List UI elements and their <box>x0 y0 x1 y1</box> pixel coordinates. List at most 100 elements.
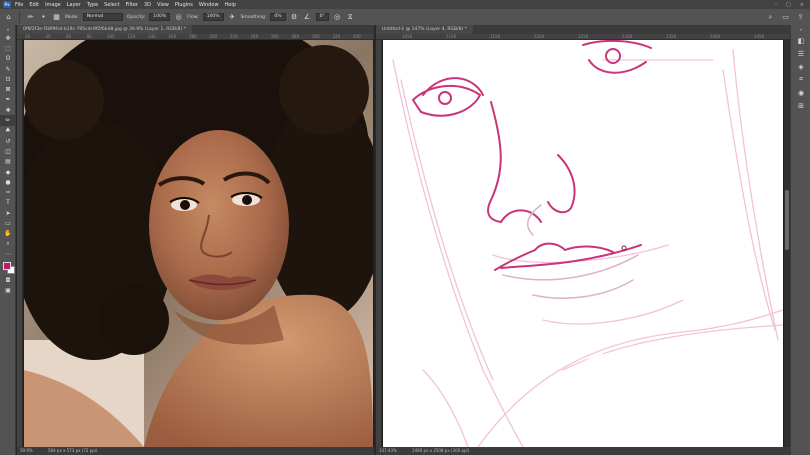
sketch-doc-info: 2480 px x 2508 px (300 ppi) <box>412 448 470 453</box>
workspace-icon[interactable]: ▭ <box>781 13 790 22</box>
type-icon[interactable]: T <box>0 198 16 208</box>
mode-select[interactable]: Normal <box>82 13 123 21</box>
collapse-panels-icon[interactable]: « <box>791 25 810 34</box>
pressure-size-icon[interactable]: ◎ <box>333 13 342 22</box>
watermark-en: lingganchina.com <box>628 384 753 400</box>
reference-photo <box>24 40 373 447</box>
paths-panel-icon[interactable]: ⌗ <box>791 73 810 86</box>
flow-field[interactable]: 100% <box>202 13 224 21</box>
sketch-status-bar: 147.43% 2480 px x 2508 px (300 ppi) <box>376 447 790 455</box>
more-icon[interactable]: ⋯ <box>0 249 16 259</box>
brush-icon[interactable]: ✏ <box>0 115 16 126</box>
options-bar: ⌂ ✏ • ▦ Mode: Normal Opacity: 100% ◎ Flo… <box>0 9 810 25</box>
lasso-icon[interactable]: ʘ <box>0 54 16 64</box>
photoshop-logo: Ps <box>3 1 11 8</box>
share-icon[interactable]: ⇪ <box>796 13 805 22</box>
blur-icon[interactable]: ◆ <box>0 167 16 177</box>
hand-icon[interactable]: ✋ <box>0 229 16 239</box>
reference-tab[interactable]: 0f6f2f3e-f28f9fcd-b19c-795cdc9f2f6bd8.jp… <box>17 25 192 34</box>
opacity-field[interactable]: 100% <box>149 13 171 21</box>
reference-doc-info: 584 px x 573 px (72 ppi) <box>48 448 98 453</box>
sketch-zoom-readout[interactable]: 147.43% <box>379 448 397 453</box>
home-icon[interactable]: ⌂ <box>4 13 13 22</box>
screen-mode-icon[interactable]: ▣ <box>0 286 16 296</box>
menu-window[interactable]: Window <box>199 2 219 8</box>
brush-size-icon[interactable]: • <box>39 13 48 22</box>
menu-select[interactable]: Select <box>104 2 119 8</box>
sketch-tab-bar: Untitled-1 @ 147% (Layer 4, RGB/8) * <box>376 25 790 34</box>
panel-strip: « ◧ ☰ ◈ ⌗ ◉ ⊞ <box>790 25 810 455</box>
angle-field[interactable]: 0° <box>315 13 329 21</box>
mode-label: Mode: <box>65 14 79 20</box>
zoom-icon[interactable]: ⌕ <box>0 239 16 249</box>
brush-settings-icon[interactable]: ▦ <box>52 13 61 22</box>
watermark-cn: 灵感中国 <box>628 354 744 385</box>
menu-plugins[interactable]: Plugins <box>175 2 193 8</box>
angle-icon: ∠ <box>303 12 311 21</box>
scrollbar-thumb[interactable] <box>785 190 789 250</box>
reference-document: 0f6f2f3e-f28f9fcd-b19c-795cdc9f2f6bd8.jp… <box>17 25 374 455</box>
options-right-group: ⌕ ▭ ⇪ <box>766 13 805 22</box>
color-swatches[interactable] <box>0 260 16 276</box>
reference-status-bar: 39.9% 584 px x 573 px (72 ppi) <box>17 447 374 455</box>
smoothing-label: Smoothing: <box>240 14 267 20</box>
path-select-icon[interactable]: ➤ <box>0 208 16 218</box>
menu-edit[interactable]: Edit <box>29 2 39 8</box>
sketch-tab[interactable]: Untitled-1 @ 147% (Layer 4, RGB/8) * <box>376 25 473 34</box>
marquee-icon[interactable]: ⬚ <box>0 43 16 53</box>
smoothing-field[interactable]: 0% <box>270 13 286 21</box>
flow-label: Flow: <box>187 14 199 20</box>
quick-select-icon[interactable]: ✎ <box>0 64 16 74</box>
history-brush-icon[interactable]: ↺ <box>0 136 16 146</box>
menu-help[interactable]: Help <box>225 2 236 8</box>
watermark: 灵感中国 lingganchina.com <box>578 352 753 402</box>
eraser-icon[interactable]: ◫ <box>0 146 16 156</box>
reference-zoom-readout[interactable]: 39.9% <box>20 448 33 453</box>
vertical-ruler[interactable] <box>376 40 382 447</box>
maximize-button[interactable]: □ <box>786 2 791 8</box>
pressure-opacity-icon[interactable]: ◎ <box>174 13 183 22</box>
foreground-color[interactable] <box>3 261 11 270</box>
dodge-icon[interactable]: ● <box>0 177 16 187</box>
menu-layer[interactable]: Layer <box>67 2 81 8</box>
opacity-label: Opacity: <box>126 14 146 20</box>
window-controls: – □ × <box>775 2 804 8</box>
airbrush-icon[interactable]: ✈ <box>228 13 237 22</box>
rectangle-icon[interactable]: ▭ <box>0 218 16 228</box>
clone-stamp-icon[interactable]: ♣ <box>0 126 16 136</box>
menu-bar: Ps File Edit Image Layer Type Select Fil… <box>0 0 810 9</box>
pen-icon[interactable]: ✑ <box>0 187 16 197</box>
tools-panel: » ✥ ⬚ ʘ ✎ ⊡ ⊠ ✒ ✚ ✏ ♣ ↺ ◫ ▤ ◆ ● ✑ T ➤ ▭ … <box>0 25 16 455</box>
menu-type[interactable]: Type <box>87 2 98 8</box>
menu-view[interactable]: View <box>157 2 169 8</box>
adjust-panel-icon[interactable]: ☰ <box>791 47 810 60</box>
eyedropper-icon[interactable]: ✒ <box>0 95 16 105</box>
properties-panel-icon[interactable]: ◈ <box>791 60 810 73</box>
channels-panel-icon[interactable]: ◉ <box>791 86 810 99</box>
watermark-logo-icon <box>580 352 620 402</box>
collapse-icon[interactable]: » <box>0 25 16 33</box>
menu-3d[interactable]: 3D <box>144 2 151 8</box>
menu-file[interactable]: File <box>15 2 23 8</box>
quick-mask-icon[interactable]: ◘ <box>0 276 16 286</box>
divider <box>19 11 20 23</box>
minimize-button[interactable]: – <box>775 2 778 8</box>
reference-canvas[interactable] <box>24 40 373 447</box>
layers-panel-icon[interactable]: ◧ <box>791 34 810 47</box>
vertical-ruler[interactable] <box>17 40 23 447</box>
libraries-panel-icon[interactable]: ⊞ <box>791 99 810 112</box>
menu-image[interactable]: Image <box>45 2 61 8</box>
gradient-icon[interactable]: ▤ <box>0 157 16 167</box>
watermark-text: 灵感中国 lingganchina.com <box>628 354 753 400</box>
crop-icon[interactable]: ⊡ <box>0 74 16 84</box>
reference-tab-bar: 0f6f2f3e-f28f9fcd-b19c-795cdc9f2f6bd8.jp… <box>17 25 374 34</box>
healing-icon[interactable]: ✚ <box>0 105 16 115</box>
search-icon[interactable]: ⌕ <box>766 13 775 22</box>
symmetry-icon[interactable]: ⧖ <box>346 13 355 22</box>
frame-icon[interactable]: ⊠ <box>0 84 16 94</box>
move-icon[interactable]: ✥ <box>0 33 16 43</box>
brush-preset-icon[interactable]: ✏ <box>26 13 35 22</box>
close-button[interactable]: × <box>800 2 804 8</box>
smoothing-settings-icon[interactable]: ⚙ <box>290 13 299 22</box>
menu-filter[interactable]: Filter <box>126 2 138 8</box>
